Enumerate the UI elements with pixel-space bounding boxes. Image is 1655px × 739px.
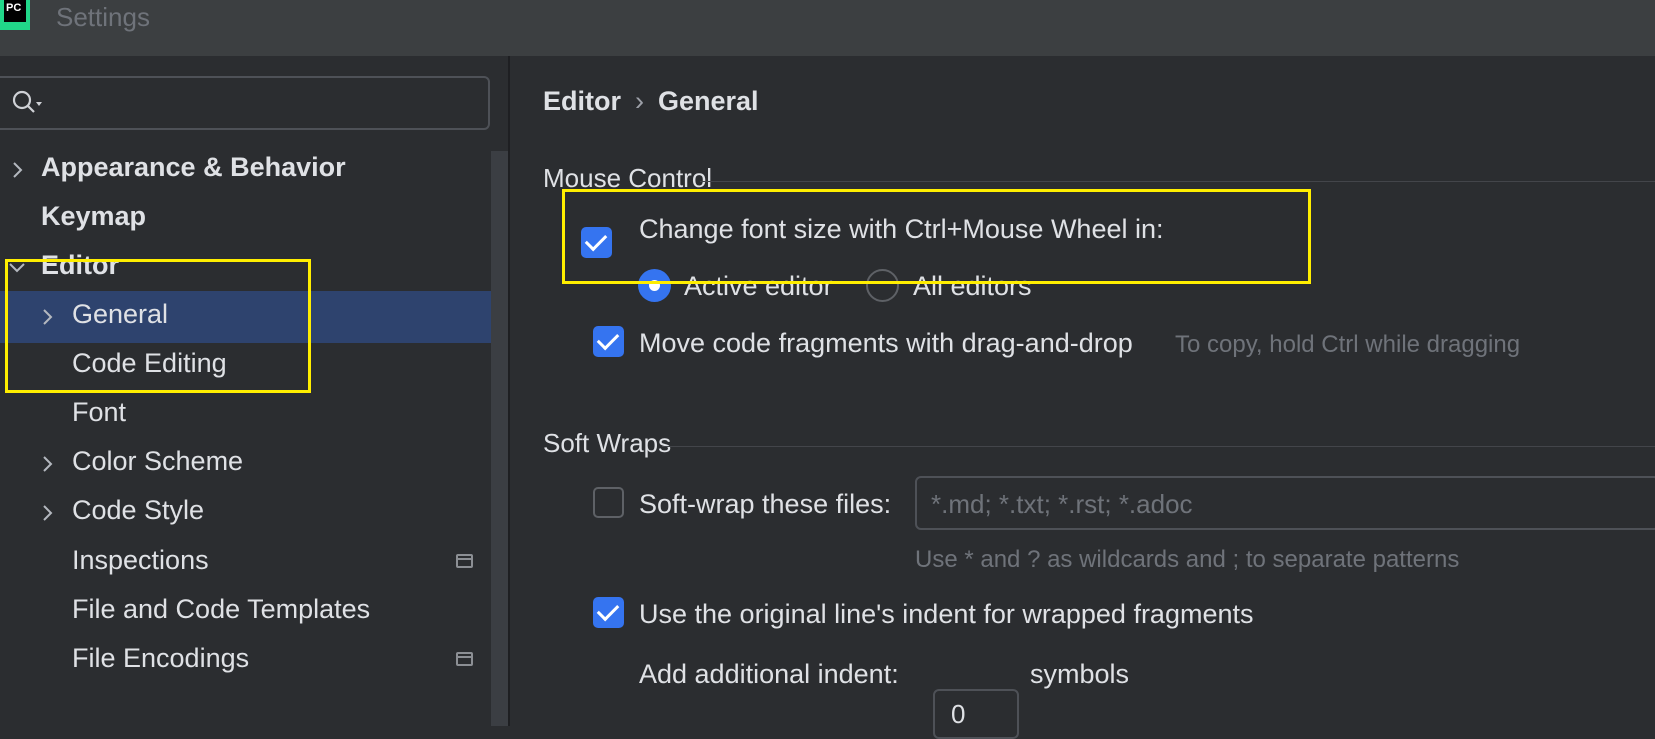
sidebar-item-label: Appearance & Behavior xyxy=(41,152,346,182)
sidebar-item-code-style[interactable]: Code Style xyxy=(0,487,508,539)
sidebar-scrollbar[interactable] xyxy=(491,151,508,726)
additional-indent-unit: symbols xyxy=(1030,659,1130,689)
move-fragments-label[interactable]: Move code fragments with drag-and-drop xyxy=(639,328,1133,359)
original-indent-checkbox[interactable] xyxy=(593,597,624,628)
sidebar-item-font[interactable]: Font xyxy=(0,389,508,441)
pycharm-app-icon: PC xyxy=(0,0,30,30)
soft-wrap-patterns-hint: Use * and ? as wildcards and ; to separa… xyxy=(915,546,1460,573)
breadcrumb-parent[interactable]: Editor xyxy=(543,86,621,116)
additional-indent-input[interactable]: 0 xyxy=(933,689,1019,739)
window-title: Settings xyxy=(56,2,150,32)
sidebar-item-label: Color Scheme xyxy=(72,446,244,476)
soft-wrap-patterns-input[interactable]: *.md; *.txt; *.rst; *.adoc xyxy=(915,476,1655,530)
section-divider xyxy=(662,446,1655,447)
project-scope-icon xyxy=(456,554,473,568)
settings-content: Editor › General Mouse Control Change font… xyxy=(510,56,1655,739)
sidebar-item-file-code-templates[interactable]: File and Code Templates xyxy=(0,586,508,638)
breadcrumb-current: General xyxy=(658,86,759,116)
section-divider xyxy=(700,181,1655,182)
search-icon xyxy=(12,90,42,113)
sidebar-item-label: Keymap xyxy=(41,201,147,231)
sidebar-item-label: Font xyxy=(72,397,127,427)
annotation-highlight-font-size-option xyxy=(562,189,1311,284)
sidebar-item-label: File and Code Templates xyxy=(72,594,371,624)
soft-wrap-patterns-placeholder: *.md; *.txt; *.rst; *.adoc xyxy=(931,489,1193,519)
annotation-highlight-editor-general xyxy=(5,259,311,393)
app-icon-text: PC xyxy=(4,0,26,22)
sidebar-item-inspections[interactable]: Inspections xyxy=(0,537,508,589)
sidebar-item-label: Code Style xyxy=(72,495,205,525)
chevron-right-icon xyxy=(13,162,23,178)
move-fragments-checkbox[interactable] xyxy=(593,326,624,357)
chevron-right-icon xyxy=(43,456,53,472)
search-input[interactable] xyxy=(0,76,490,130)
chevron-right-icon xyxy=(43,505,53,521)
soft-wrap-files-label[interactable]: Soft-wrap these files: xyxy=(639,489,891,520)
original-indent-label[interactable]: Use the original line's indent for wrapp… xyxy=(639,599,1254,630)
move-fragments-hint: To copy, hold Ctrl while dragging xyxy=(1175,331,1521,358)
additional-indent-value: 0 xyxy=(951,699,966,729)
sidebar-item-keymap[interactable]: Keymap xyxy=(0,193,508,245)
title-bar: PC Settings xyxy=(0,0,1655,56)
sidebar-item-label: File Encodings xyxy=(72,643,250,673)
sidebar-item-appearance-behavior[interactable]: Appearance & Behavior xyxy=(0,144,508,196)
section-title-soft-wraps: Soft Wraps xyxy=(543,428,672,458)
breadcrumb-separator-icon: › xyxy=(635,86,644,116)
sidebar-item-color-scheme[interactable]: Color Scheme xyxy=(0,438,508,490)
breadcrumb: Editor › General xyxy=(543,86,759,117)
sidebar-item-label: Inspections xyxy=(72,545,209,575)
soft-wrap-files-checkbox[interactable] xyxy=(593,487,624,518)
sidebar-item-file-encodings[interactable]: File Encodings xyxy=(0,635,508,687)
project-scope-icon xyxy=(456,652,473,666)
additional-indent-label: Add additional indent: xyxy=(639,659,899,689)
